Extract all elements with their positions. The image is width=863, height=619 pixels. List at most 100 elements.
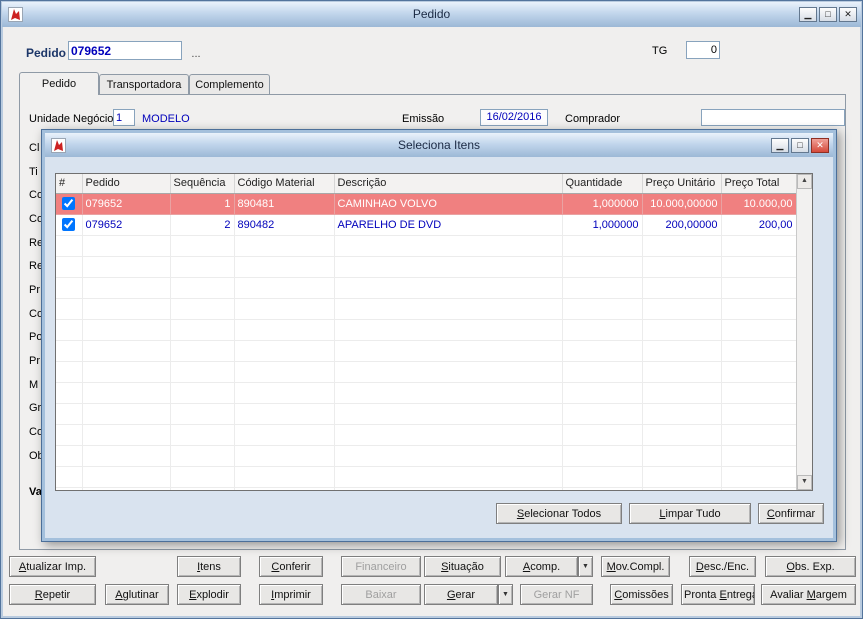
button-atualizar-imp[interactable]: Atualizar Imp. bbox=[9, 556, 96, 577]
row-checkbox[interactable] bbox=[62, 197, 76, 210]
window-titlebar[interactable]: Pedido ▁ □ ✕ bbox=[2, 2, 861, 27]
button-acomp[interactable]: Acomp. bbox=[505, 556, 578, 577]
pedido-input[interactable] bbox=[68, 41, 182, 60]
column-header[interactable]: Sequência bbox=[170, 174, 235, 194]
table-cell-empty bbox=[562, 361, 643, 383]
table-cell-empty bbox=[234, 445, 335, 467]
limpar-tudo-button[interactable]: Limpar Tudo bbox=[629, 503, 751, 524]
left-field-label-fragment: Pr bbox=[29, 284, 40, 296]
items-table: # Pedido Sequência Código Material Descr… bbox=[55, 173, 813, 491]
table-cell-empty bbox=[721, 340, 797, 362]
scroll-down-button[interactable]: ▼ bbox=[797, 475, 812, 490]
row-checkbox[interactable] bbox=[62, 218, 76, 231]
maximize-button[interactable]: □ bbox=[819, 7, 837, 22]
table-cell-empty bbox=[562, 403, 643, 425]
table-cell-empty bbox=[642, 403, 722, 425]
table-row-empty[interactable] bbox=[56, 256, 797, 278]
unidade-negocio-input[interactable] bbox=[113, 109, 135, 126]
column-header[interactable]: Descrição bbox=[334, 174, 563, 194]
confirmar-button[interactable]: Confirmar bbox=[758, 503, 824, 524]
column-header[interactable]: Preço Unitário bbox=[642, 174, 722, 194]
table-row[interactable]: 079652 1 890481 CAMINHAO VOLVO 1,000000 … bbox=[56, 193, 797, 215]
table-row-empty[interactable] bbox=[56, 298, 797, 320]
button-situacao[interactable]: Situação bbox=[424, 556, 501, 577]
button-itens[interactable]: Itens bbox=[177, 556, 241, 577]
button-comissoes[interactable]: Comissões bbox=[610, 584, 673, 605]
table-cell-empty bbox=[334, 424, 563, 446]
table-cell-empty bbox=[334, 235, 563, 257]
table-cell-empty bbox=[56, 319, 83, 341]
table-row-empty[interactable] bbox=[56, 424, 797, 446]
button-gerar[interactable]: Gerar bbox=[424, 584, 498, 605]
close-button[interactable]: ✕ bbox=[839, 7, 857, 22]
table-cell-empty bbox=[234, 235, 335, 257]
selecionar-todos-button[interactable]: Selecionar Todos bbox=[496, 503, 622, 524]
tab-pedido[interactable]: Pedido bbox=[19, 72, 99, 95]
table-row-empty[interactable] bbox=[56, 403, 797, 425]
gerar-dropdown-button[interactable]: ▼ bbox=[498, 584, 513, 605]
cell-preco-unitario: 200,00000 bbox=[642, 214, 722, 236]
table-row-empty[interactable] bbox=[56, 382, 797, 404]
cell-pedido: 079652 bbox=[82, 214, 171, 236]
button-obs-exp[interactable]: Obs. Exp. bbox=[765, 556, 856, 577]
left-field-label-fragment: Ti bbox=[29, 166, 38, 178]
button-pronta-entrega[interactable]: Pronta Entrega bbox=[681, 584, 755, 605]
column-header[interactable]: Código Material bbox=[234, 174, 335, 194]
tab-complemento[interactable]: Complemento bbox=[189, 74, 270, 95]
table-row-empty[interactable] bbox=[56, 445, 797, 467]
table-cell-empty bbox=[642, 382, 722, 404]
window-title: Pedido bbox=[412, 7, 451, 21]
tab-transportadora[interactable]: Transportadora bbox=[99, 74, 189, 95]
table-cell-empty bbox=[170, 235, 235, 257]
table-row-empty[interactable] bbox=[56, 487, 797, 490]
table-cell-empty bbox=[642, 298, 722, 320]
vertical-scrollbar[interactable]: ▲ ▼ bbox=[796, 174, 812, 490]
scroll-up-button[interactable]: ▲ bbox=[797, 174, 812, 189]
modal-maximize-button[interactable]: □ bbox=[791, 138, 809, 153]
modal-close-button[interactable]: ✕ bbox=[811, 138, 829, 153]
tg-input[interactable] bbox=[686, 41, 720, 59]
modal-minimize-button[interactable]: ▁ bbox=[771, 138, 789, 153]
modal-titlebar[interactable]: Seleciona Itens ▁ □ ✕ bbox=[45, 133, 833, 157]
table-cell-empty bbox=[334, 466, 563, 488]
table-row[interactable]: 079652 2 890482 APARELHO DE DVD 1,000000… bbox=[56, 214, 797, 236]
table-cell-empty bbox=[82, 487, 171, 490]
table-cell-empty bbox=[562, 466, 643, 488]
button-conferir[interactable]: Conferir bbox=[259, 556, 323, 577]
button-desc-enc[interactable]: Desc./Enc. bbox=[689, 556, 756, 577]
table-row-empty[interactable] bbox=[56, 319, 797, 341]
button-imprimir[interactable]: Imprimir bbox=[259, 584, 323, 605]
table-cell-empty bbox=[82, 277, 171, 299]
lookup-button[interactable]: ... bbox=[187, 47, 205, 60]
emissao-value[interactable]: 16/02/2016 bbox=[480, 109, 548, 126]
table-cell-empty bbox=[234, 298, 335, 320]
button-aglutinar[interactable]: Aglutinar bbox=[105, 584, 169, 605]
table-cell-empty bbox=[82, 403, 171, 425]
button-avaliar-margem[interactable]: Avaliar Margem bbox=[761, 584, 856, 605]
table-row-empty[interactable] bbox=[56, 466, 797, 488]
table-cell-empty bbox=[234, 424, 335, 446]
acomp-dropdown-button[interactable]: ▼ bbox=[578, 556, 593, 577]
unidade-negocio-label: Unidade Negócio bbox=[29, 113, 114, 125]
column-header[interactable]: Quantidade bbox=[562, 174, 643, 194]
column-header[interactable]: # bbox=[56, 174, 83, 194]
table-cell-empty bbox=[334, 403, 563, 425]
column-header[interactable]: Preço Total bbox=[721, 174, 797, 194]
minimize-button[interactable]: ▁ bbox=[799, 7, 817, 22]
table-cell-empty bbox=[721, 277, 797, 299]
button-mov-compl[interactable]: Mov.Compl. bbox=[601, 556, 670, 577]
cell-descricao: CAMINHAO VOLVO bbox=[334, 193, 563, 215]
table-row-empty[interactable] bbox=[56, 277, 797, 299]
table-cell-empty bbox=[170, 487, 235, 490]
comprador-input[interactable] bbox=[701, 109, 845, 126]
table-cell-empty bbox=[234, 403, 335, 425]
checkbox-cell bbox=[56, 214, 83, 236]
table-row-empty[interactable] bbox=[56, 361, 797, 383]
table-cell-empty bbox=[82, 445, 171, 467]
table-cell-empty bbox=[170, 361, 235, 383]
table-row-empty[interactable] bbox=[56, 235, 797, 257]
column-header[interactable]: Pedido bbox=[82, 174, 171, 194]
table-row-empty[interactable] bbox=[56, 340, 797, 362]
button-explodir[interactable]: Explodir bbox=[177, 584, 241, 605]
button-repetir[interactable]: Repetir bbox=[9, 584, 96, 605]
